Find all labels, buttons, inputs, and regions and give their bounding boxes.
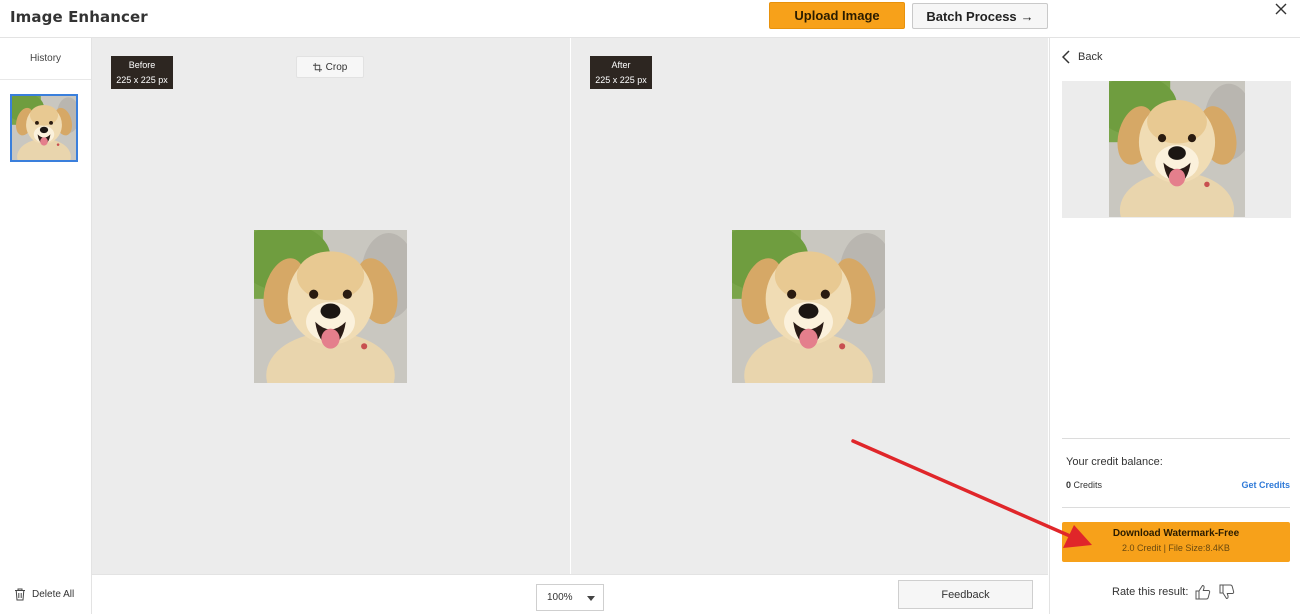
header: Image Enhancer Upload Image Batch Proces… xyxy=(0,0,1300,38)
image-enhancer-app: Image Enhancer Upload Image Batch Proces… xyxy=(0,0,1300,614)
after-size: 225 x 225 px xyxy=(595,75,647,85)
credit-unit: Credits xyxy=(1073,480,1103,490)
before-size: 225 x 225 px xyxy=(116,75,168,85)
before-pane: Before 225 x 225 px Crop xyxy=(92,38,570,574)
bottom-bar: 100% Feedback xyxy=(92,574,1048,614)
upload-image-button[interactable]: Upload Image xyxy=(769,2,905,29)
download-title: Download Watermark-Free xyxy=(1112,528,1240,539)
before-badge: Before 225 x 225 px xyxy=(111,56,173,89)
history-sidebar: History Delete All xyxy=(0,38,92,614)
arrow-right-icon: → xyxy=(1020,8,1034,24)
after-image xyxy=(732,230,885,383)
history-label: History xyxy=(0,38,91,80)
before-image xyxy=(254,230,407,383)
chevron-left-icon xyxy=(1062,50,1070,64)
zoom-select[interactable]: 100% xyxy=(536,584,604,611)
result-preview xyxy=(1062,81,1291,218)
dog-image xyxy=(1109,81,1245,217)
divider xyxy=(1062,438,1290,439)
right-panel: Back Your credit balance: 0 Credits Get … xyxy=(1049,38,1300,614)
after-label: After xyxy=(611,60,631,70)
feedback-button[interactable]: Feedback xyxy=(898,580,1033,609)
thumbs-up-icon[interactable] xyxy=(1194,583,1212,601)
history-thumbnail[interactable] xyxy=(10,94,78,162)
preview-image xyxy=(1109,81,1245,217)
crop-button[interactable]: Crop xyxy=(296,56,364,78)
delete-all-label: Delete All xyxy=(32,589,75,600)
crop-icon xyxy=(312,62,322,72)
dog-image xyxy=(732,230,885,383)
before-label: Before xyxy=(128,60,156,70)
caret-down-icon xyxy=(587,596,595,601)
get-credits-link[interactable]: Get Credits xyxy=(1241,480,1290,490)
download-subtitle: 2.0 Credit | File Size:8.4KB xyxy=(1122,543,1230,553)
delete-all-button[interactable]: Delete All xyxy=(14,588,74,601)
credit-balance-label: Your credit balance: xyxy=(1066,456,1163,468)
batch-process-label: Batch Process xyxy=(926,8,1017,24)
trash-icon xyxy=(15,588,25,601)
back-label: Back xyxy=(1078,51,1103,63)
thumbs-down-icon[interactable] xyxy=(1218,583,1236,601)
divider xyxy=(1062,507,1290,508)
back-button[interactable]: Back xyxy=(1062,50,1102,64)
batch-process-button[interactable]: Batch Process → xyxy=(912,3,1048,29)
download-watermark-free-button[interactable]: Download Watermark-Free 2.0 Credit | Fil… xyxy=(1062,522,1290,562)
close-icon[interactable] xyxy=(1274,2,1288,16)
after-badge: After 225 x 225 px xyxy=(590,56,652,89)
rate-label: Rate this result: xyxy=(1112,586,1189,598)
zoom-value: 100% xyxy=(547,592,573,603)
dog-image xyxy=(12,96,76,160)
crop-label: Crop xyxy=(325,61,348,73)
credit-count-value: 0 xyxy=(1066,480,1072,490)
credit-count: 0 Credits xyxy=(1066,480,1102,490)
dog-image xyxy=(254,230,407,383)
page-title: Image Enhancer xyxy=(10,8,148,26)
after-pane: After 225 x 225 px xyxy=(571,38,1048,574)
rate-row: Rate this result: xyxy=(1112,583,1236,601)
